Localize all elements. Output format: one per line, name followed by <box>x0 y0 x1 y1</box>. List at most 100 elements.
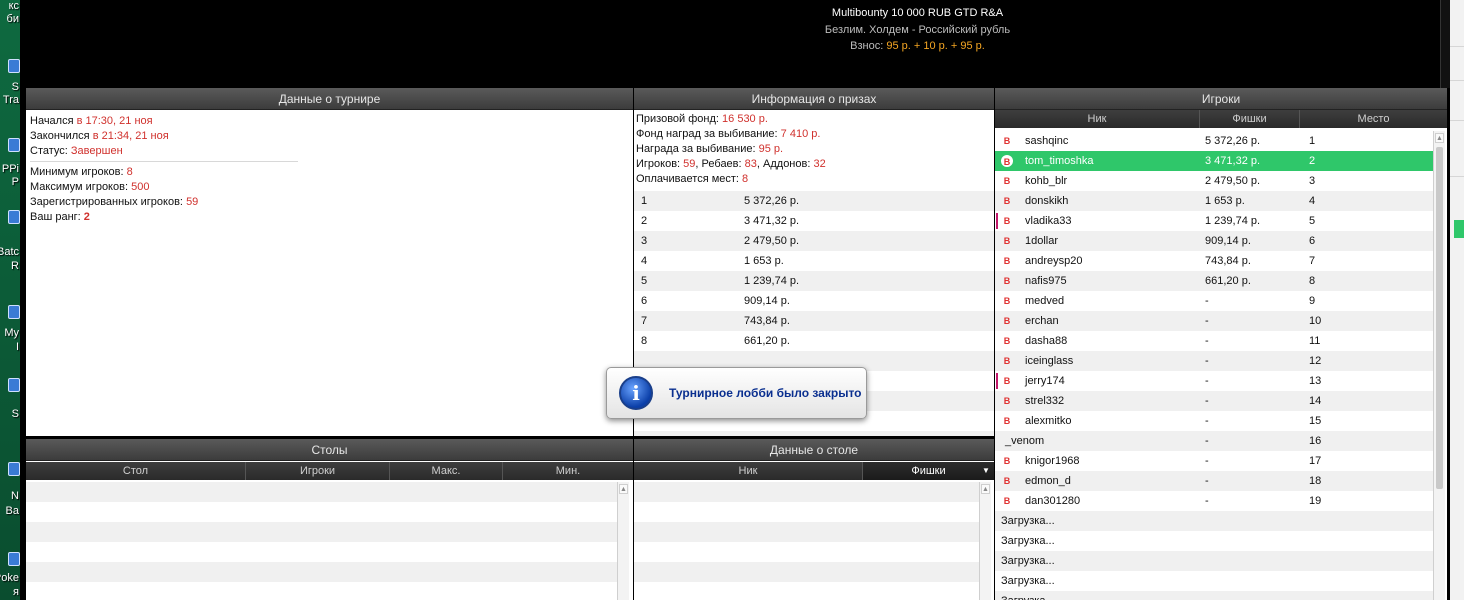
rebuys-value: 83 <box>744 158 757 170</box>
player-nick: donskikh <box>1025 195 1069 207</box>
prize-pool-line: Призовой фонд: 16 530 р. <box>636 112 768 127</box>
desktop-item[interactable]: PPi P <box>0 138 20 188</box>
table-row: 4 1 653 р. <box>634 251 994 271</box>
bounty-icon: B <box>1003 256 1011 266</box>
desktop-item[interactable]: S <box>0 378 20 420</box>
column-place[interactable]: Место <box>1300 110 1447 128</box>
player-chips: 661,20 р. <box>1205 275 1251 287</box>
player-chips: 3 471,32 р. <box>1205 155 1261 167</box>
scroll-up-arrow-icon[interactable]: ▲ <box>619 484 628 494</box>
column-nick[interactable]: Ник <box>995 110 1200 128</box>
prize-place: 5 <box>641 275 648 287</box>
player-row[interactable]: Bjerry174 - 13 <box>995 371 1433 391</box>
buyin-value: 95 р. + 10 р. + 95 р. <box>886 40 985 52</box>
player-chips: - <box>1205 335 1209 347</box>
shortcut-icon <box>8 210 20 224</box>
desktop-item-label: кс <box>8 0 19 12</box>
column-chips-sorted[interactable]: Фишки ▼ <box>863 462 994 480</box>
table-details-list <box>634 482 979 600</box>
desktop-item[interactable]: Batc R <box>0 210 20 272</box>
column-chips[interactable]: Фишки <box>1200 110 1300 128</box>
desktop-item-label: Batc <box>0 246 19 258</box>
player-row[interactable]: Bkohb_blr 2 479,50 р. 3 <box>995 171 1433 191</box>
scroll-up-arrow-icon[interactable]: ▲ <box>1435 133 1444 143</box>
player-place: 14 <box>1309 395 1322 407</box>
desktop-item[interactable]: кс би <box>0 0 20 42</box>
scroll-up-arrow-icon[interactable]: ▲ <box>981 484 990 494</box>
bounty-fund-label: Фонд наград за выбивание: <box>636 128 778 140</box>
sort-down-icon: ▼ <box>982 466 990 475</box>
bounty-value: 95 р. <box>758 143 784 155</box>
desktop-item[interactable]: Poke я <box>0 552 20 598</box>
player-row[interactable]: Bnafis975 661,20 р. 8 <box>995 271 1433 291</box>
prize-amount: 5 372,26 р. <box>744 195 800 207</box>
column-min[interactable]: Мин. <box>503 462 633 480</box>
header-scrollbar[interactable] <box>1440 0 1450 88</box>
player-chips: 2 479,50 р. <box>1205 175 1261 187</box>
bounty-icon: B <box>1003 136 1011 146</box>
registered-value: 59 <box>186 196 199 208</box>
player-chips: - <box>1205 395 1209 407</box>
bounty-icon: B <box>1003 476 1011 486</box>
desktop-item[interactable]: N Ba <box>0 462 20 517</box>
player-nick: alexmitko <box>1025 415 1072 427</box>
players-scrollbar[interactable]: ▲ <box>1433 131 1445 600</box>
tables-scrollbar[interactable]: ▲ <box>617 482 629 600</box>
desktop-item-label: My <box>4 327 19 339</box>
bounty-label: Награда за выбивание: <box>636 143 756 155</box>
table-details-scrollbar[interactable]: ▲ <box>979 482 991 600</box>
player-row[interactable]: Bdan301280 - 19 <box>995 491 1433 511</box>
table-row: 1 5 372,26 р. <box>634 191 994 211</box>
scroll-thumb[interactable] <box>1436 147 1443 489</box>
player-chips: - <box>1205 435 1209 447</box>
bounty-icon: B <box>1001 155 1013 167</box>
addons-label: Аддонов: <box>763 158 811 170</box>
ended-label: Закончился <box>30 130 90 142</box>
player-nick: jerry174 <box>1025 375 1065 387</box>
player-row[interactable]: Bknigor1968 - 17 <box>995 451 1433 471</box>
table-row <box>634 542 979 562</box>
player-row[interactable]: Bandreysp20 743,84 р. 7 <box>995 251 1433 271</box>
player-row[interactable]: Berchan - 10 <box>995 311 1433 331</box>
column-nick[interactable]: Ник <box>634 462 863 480</box>
player-nick: andreysp20 <box>1025 255 1083 267</box>
player-row[interactable]: Bstrel332 - 14 <box>995 391 1433 411</box>
game-type: Безлим. Холдем - Российский рубль <box>824 24 1011 36</box>
player-place: 1 <box>1309 135 1316 147</box>
player-row[interactable]: _venom - 16 <box>995 431 1433 451</box>
player-row[interactable]: Biceinglass - 12 <box>995 351 1433 371</box>
table-details-panel: Данные о столе Ник Фишки ▼ ▲ <box>634 439 994 600</box>
player-row[interactable]: Bsashqinc 5 372,26 р. 1 <box>995 131 1433 151</box>
player-row[interactable]: Btom_timoshka 3 471,32 р. 2 <box>995 151 1433 171</box>
tournament-info-panel: Данные о турнире Начался в 17:30, 21 ноя… <box>26 88 633 436</box>
desktop-item[interactable]: S Tra <box>0 55 20 106</box>
divider <box>1450 80 1464 81</box>
rank-line: Ваш ранг: 2 <box>30 210 90 225</box>
player-marker <box>996 373 998 389</box>
player-row[interactable]: Balexmitko - 15 <box>995 411 1433 431</box>
player-row[interactable]: Bedmon_d - 18 <box>995 471 1433 491</box>
player-row[interactable]: Bdasha88 - 11 <box>995 331 1433 351</box>
shortcut-icon <box>8 552 20 566</box>
player-place: 6 <box>1309 235 1316 247</box>
column-players[interactable]: Игроки <box>246 462 390 480</box>
table-row <box>634 582 979 600</box>
player-chips: - <box>1205 355 1209 367</box>
players-column-header: Ник Фишки Место <box>995 110 1447 128</box>
player-row[interactable]: B 1dollar 909,14 р. 6 <box>995 231 1433 251</box>
buyin-label: Взнос: <box>850 40 884 52</box>
player-chips: - <box>1205 375 1209 387</box>
player-row[interactable]: Bdonskikh 1 653 р. 4 <box>995 191 1433 211</box>
player-nick: _venom <box>1005 435 1045 447</box>
shortcut-icon <box>8 305 20 319</box>
started-line: Начался в 17:30, 21 ноя <box>30 114 153 129</box>
table-row <box>26 502 617 522</box>
lobby-closed-notification[interactable]: i Турнирное лобби было закрыто <box>606 367 867 419</box>
table-row: 8 661,20 р. <box>634 331 994 351</box>
desktop-item[interactable]: My I <box>0 305 20 353</box>
table-row <box>634 562 979 582</box>
player-row[interactable]: Bvladika33 1 239,74 р. 5 <box>995 211 1433 231</box>
column-max[interactable]: Макс. <box>390 462 503 480</box>
column-table[interactable]: Стол <box>26 462 246 480</box>
player-row[interactable]: Bmedved - 9 <box>995 291 1433 311</box>
